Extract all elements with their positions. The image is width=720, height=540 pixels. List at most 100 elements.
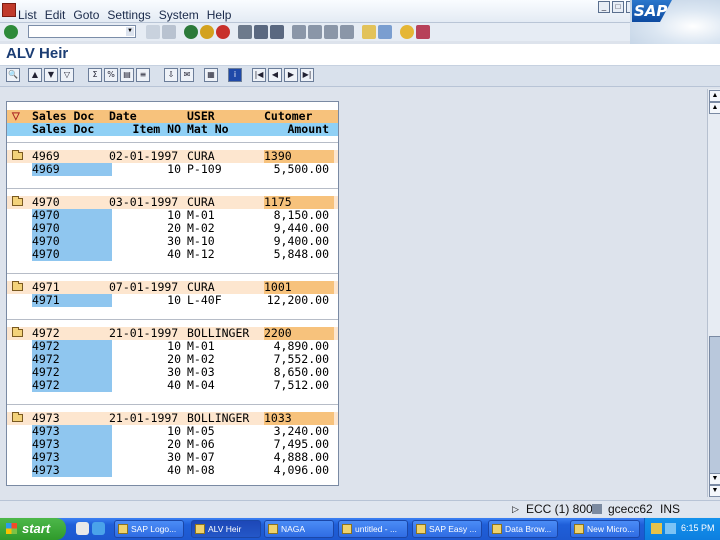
filter-icon[interactable]: ▽ — [12, 111, 20, 122]
first-page-icon[interactable] — [292, 25, 306, 39]
status-mode[interactable]: INS — [660, 502, 680, 516]
folder-icon[interactable] — [12, 281, 23, 291]
cancel-icon[interactable] — [216, 25, 230, 39]
scroll-up-icon[interactable]: ▲ — [709, 102, 720, 114]
mat-no-cell[interactable]: M-04 — [187, 379, 257, 392]
last-page-icon[interactable]: ▶| — [300, 68, 314, 82]
menu-list-item[interactable]: List — [14, 8, 41, 22]
menu-goto[interactable]: Goto — [69, 8, 103, 22]
help-icon[interactable] — [400, 25, 414, 39]
folder-icon[interactable] — [12, 150, 23, 160]
total-icon[interactable]: Σ — [88, 68, 102, 82]
header-mat-no[interactable]: Mat No — [187, 123, 257, 136]
mat-no-cell[interactable]: M-12 — [187, 248, 257, 261]
amount-cell[interactable]: 5,500.00 — [257, 163, 329, 176]
status-info-icon[interactable] — [592, 504, 602, 514]
item-row[interactable]: 4970 40 M-12 5,848.00 — [7, 248, 338, 261]
item-row[interactable]: 4972 40 M-04 7,512.00 — [7, 379, 338, 392]
taskbar-button[interactable]: SAP Easy ... — [412, 520, 482, 538]
info-icon[interactable]: i — [228, 68, 242, 82]
previous-page-icon[interactable] — [308, 25, 322, 39]
last-page-icon[interactable] — [340, 25, 354, 39]
print-icon[interactable] — [238, 25, 252, 39]
start-button[interactable]: start — [0, 518, 66, 540]
save-icon[interactable] — [162, 25, 176, 39]
shortcut-icon[interactable] — [378, 25, 392, 39]
back-arrow-icon[interactable] — [146, 25, 160, 39]
menu-settings[interactable]: Settings — [103, 8, 154, 22]
first-page-icon[interactable]: |◀ — [252, 68, 266, 82]
exit-icon[interactable] — [200, 25, 214, 39]
send-icon[interactable]: ✉ — [180, 68, 194, 82]
menu-edit[interactable]: Edit — [41, 8, 70, 22]
item-sales-doc-cell[interactable]: 4971 — [32, 294, 112, 307]
internet-explorer-icon[interactable] — [92, 522, 105, 535]
subtotal-icon[interactable]: % — [104, 68, 118, 82]
next-page-icon[interactable] — [324, 25, 338, 39]
word-processing-icon[interactable]: ≡ — [136, 68, 150, 82]
amount-cell[interactable]: 4,096.00 — [257, 464, 329, 477]
item-no-cell[interactable]: 40 — [109, 248, 181, 261]
folder-icon[interactable] — [12, 412, 23, 422]
item-sales-doc-cell[interactable]: 4969 — [32, 163, 112, 176]
vertical-scrollbar[interactable]: ▲ ▲ ▼ ▼ — [707, 89, 720, 497]
item-row[interactable]: 4973 40 M-08 4,096.00 — [7, 464, 338, 477]
back-icon[interactable] — [184, 25, 198, 39]
header-amount[interactable]: Amount — [257, 123, 329, 136]
tray-icon[interactable] — [651, 523, 662, 534]
layout-icon[interactable]: ▦ — [204, 68, 218, 82]
item-no-cell[interactable]: 10 — [109, 294, 181, 307]
taskbar-button[interactable]: SAP Logo... — [114, 520, 184, 538]
status-expand-icon[interactable]: ▷ — [512, 502, 519, 516]
item-sales-doc-cell[interactable]: 4972 — [32, 379, 112, 392]
filter-icon[interactable]: ▽ — [60, 68, 74, 82]
header-item-sales-doc[interactable]: Sales Doc — [32, 123, 112, 136]
mat-no-cell[interactable]: M-08 — [187, 464, 257, 477]
item-row[interactable]: 4969 10 P-109 5,500.00 — [7, 163, 338, 176]
details-icon[interactable]: 🔍 — [6, 68, 20, 82]
previous-page-icon[interactable]: ◀ — [268, 68, 282, 82]
sort-descending-icon[interactable]: ▼ — [44, 68, 58, 82]
export-icon[interactable]: ⇩ — [164, 68, 178, 82]
item-no-cell[interactable]: 40 — [109, 379, 181, 392]
find-next-icon[interactable] — [270, 25, 284, 39]
minimize-icon[interactable]: _ — [598, 1, 610, 13]
enter-icon[interactable] — [4, 25, 18, 39]
mat-no-cell[interactable]: P-109 — [187, 163, 257, 176]
maximize-icon[interactable]: □ — [612, 1, 624, 13]
layout-menu-icon[interactable] — [416, 25, 430, 39]
show-desktop-icon[interactable] — [76, 522, 89, 535]
scroll-top-icon[interactable]: ▲ — [709, 90, 720, 102]
item-no-cell[interactable]: 10 — [109, 163, 181, 176]
taskbar-button[interactable]: New Micro... — [570, 520, 640, 538]
taskbar-button[interactable]: Data Brow... — [488, 520, 558, 538]
amount-cell[interactable]: 12,200.00 — [257, 294, 329, 307]
folder-icon[interactable] — [12, 327, 23, 337]
taskbar-button[interactable]: ALV Heir — [191, 520, 261, 538]
sort-ascending-icon[interactable]: ▲ — [28, 68, 42, 82]
taskbar-button[interactable]: NAGA — [264, 520, 334, 538]
taskbar-button[interactable]: untitled - ... — [338, 520, 408, 538]
item-no-cell[interactable]: 40 — [109, 464, 181, 477]
network-icon[interactable] — [665, 523, 676, 534]
amount-cell[interactable]: 7,512.00 — [257, 379, 329, 392]
item-row[interactable]: 4971 10 L-40F 12,200.00 — [7, 294, 338, 307]
status-system[interactable]: ECC (1) 800 — [526, 502, 593, 516]
item-sales-doc-cell[interactable]: 4970 — [32, 248, 112, 261]
scroll-down-icon[interactable]: ▼ — [709, 473, 720, 485]
print-preview-icon[interactable]: ▤ — [120, 68, 134, 82]
command-field[interactable]: ▼ — [28, 25, 136, 38]
chevron-down-icon[interactable]: ▼ — [126, 27, 134, 36]
item-sales-doc-cell[interactable]: 4973 — [32, 464, 112, 477]
scroll-thumb[interactable] — [709, 336, 720, 474]
menu-system[interactable]: System — [155, 8, 203, 22]
folder-icon[interactable] — [12, 196, 23, 206]
menu-help[interactable]: Help — [203, 8, 236, 22]
scroll-bottom-icon[interactable]: ▼ — [709, 485, 720, 497]
find-icon[interactable] — [254, 25, 268, 39]
header-item-no[interactable]: Item NO — [109, 123, 181, 136]
mat-no-cell[interactable]: L-40F — [187, 294, 257, 307]
new-session-icon[interactable] — [362, 25, 376, 39]
amount-cell[interactable]: 5,848.00 — [257, 248, 329, 261]
next-page-icon[interactable]: ▶ — [284, 68, 298, 82]
